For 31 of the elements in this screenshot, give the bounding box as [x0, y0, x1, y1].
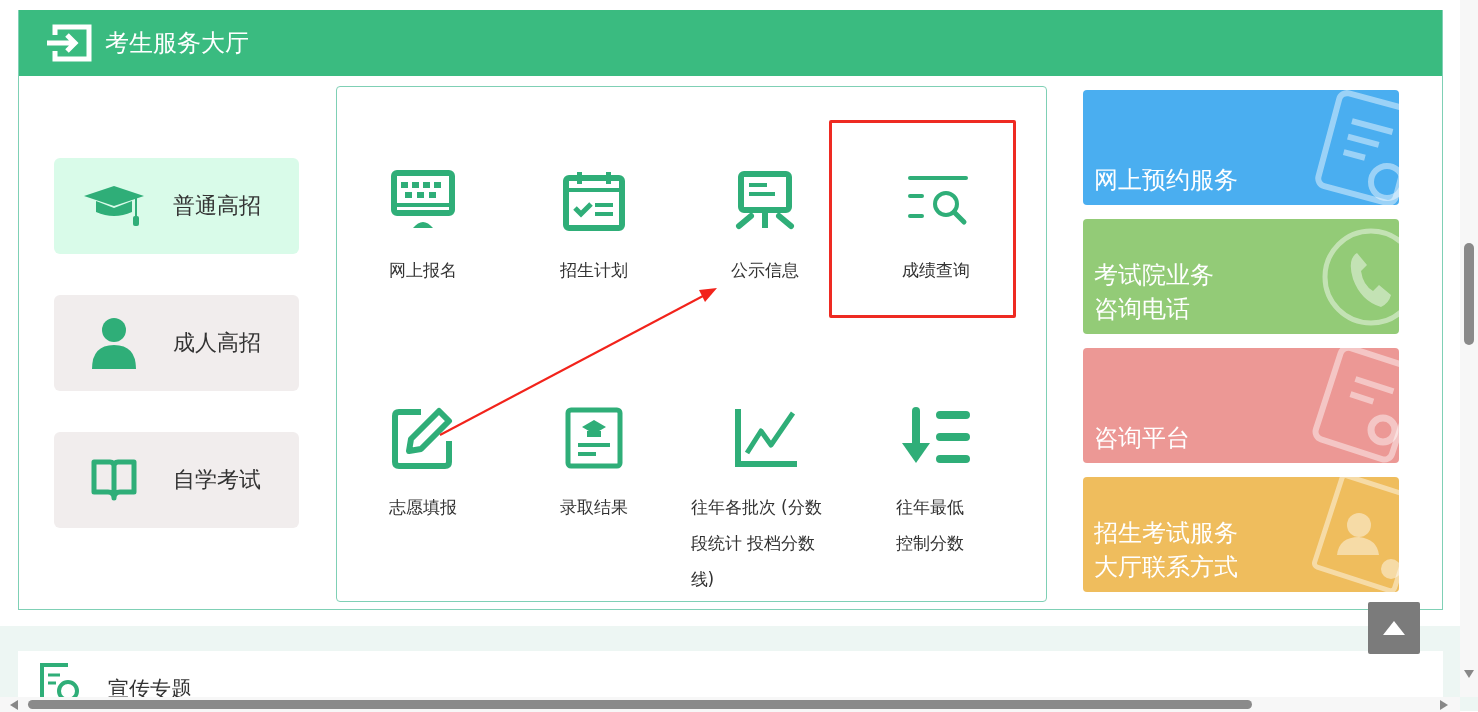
category-button[interactable]: 成人高招 [54, 295, 299, 391]
service-link[interactable]: 志愿填报 [388, 489, 457, 525]
card-label: 招生考试服务 [1094, 518, 1238, 549]
service-link[interactable]: 招生计划 [559, 252, 628, 288]
scroll-right-icon[interactable] [1440, 700, 1448, 710]
card-label: 咨询电话 [1094, 294, 1190, 325]
category-button[interactable]: 自学考试 [54, 432, 299, 528]
service-link[interactable]: 成绩查询 [901, 252, 970, 288]
card-label: 大厅联系方式 [1094, 552, 1238, 583]
person-icon [90, 317, 138, 369]
calendar-icon [561, 170, 626, 232]
scroll-down-icon[interactable] [1464, 670, 1474, 678]
service-link[interactable]: 往年各批次 (分数段统计 投档分数线) [690, 489, 839, 597]
service-link[interactable]: 网上报名 [388, 252, 457, 288]
card-label: 考试院业务 [1094, 260, 1214, 291]
scrollbar-thumb[interactable] [28, 700, 1252, 709]
service-link[interactable]: 往年最低控制分数 [896, 489, 975, 561]
line-chart-icon [732, 407, 797, 469]
back-to-top-button[interactable] [1368, 602, 1420, 654]
scrollbar-thumb[interactable] [1464, 243, 1474, 345]
vertical-scrollbar[interactable] [1460, 0, 1478, 697]
section-title: 考生服务大厅 [105, 28, 249, 59]
exit-icon [45, 23, 93, 63]
book-icon [90, 458, 138, 502]
card-label: 咨询平台 [1094, 423, 1190, 454]
service-link[interactable]: 公示信息 [730, 252, 799, 288]
edit-icon [390, 407, 455, 469]
category-button[interactable]: 普通高招 [54, 158, 299, 254]
service-link[interactable]: 录取结果 [559, 489, 628, 525]
up-triangle-icon [1383, 621, 1405, 635]
card-label: 网上预约服务 [1094, 165, 1238, 196]
